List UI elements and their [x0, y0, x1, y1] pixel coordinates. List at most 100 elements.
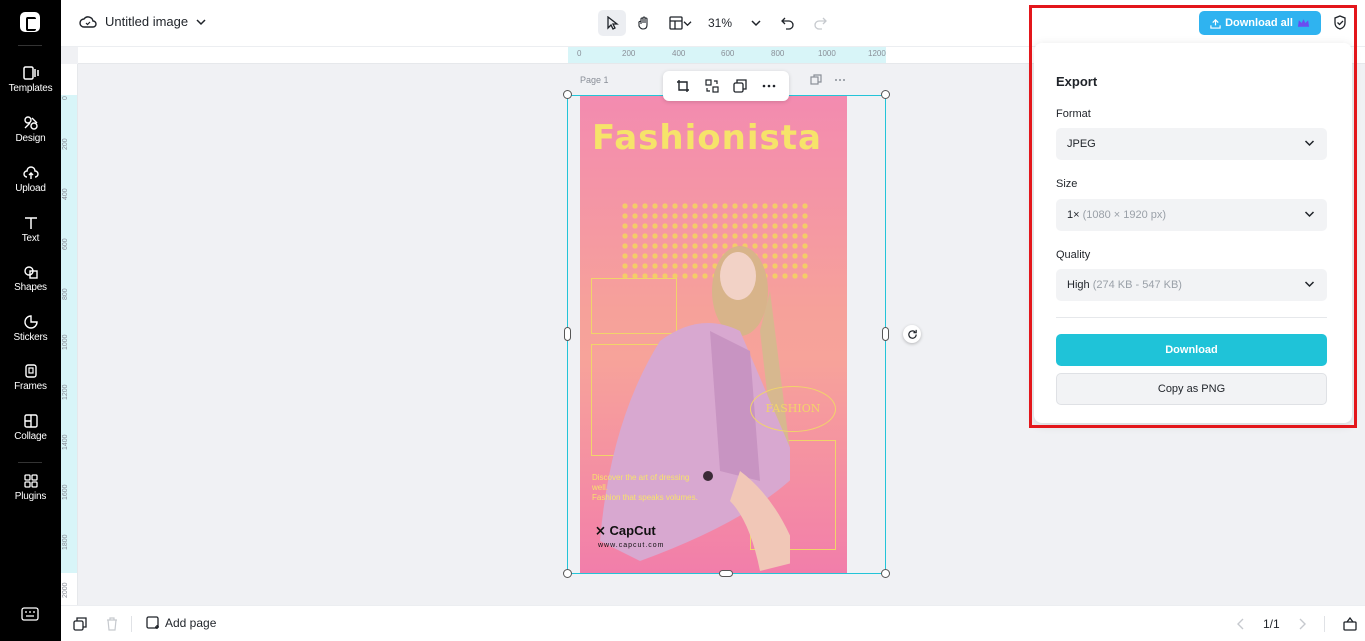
toolbox-icon[interactable] [1343, 617, 1357, 631]
sidebar-item-stickers[interactable]: Stickers [0, 315, 61, 359]
keyboard-icon[interactable] [21, 607, 39, 626]
chevron-down-icon [683, 20, 691, 26]
rotate-handle[interactable] [903, 325, 921, 343]
upload-icon [22, 166, 39, 179]
ruler-tick: 400 [62, 188, 69, 200]
sidebar-item-label: Design [15, 133, 46, 144]
undo-icon [781, 17, 794, 30]
ruler-tick: 1000 [62, 334, 69, 350]
selection-box[interactable] [567, 95, 886, 574]
bottom-bar: Add page 1/1 [61, 605, 1365, 641]
sidebar-item-text[interactable]: Text [0, 216, 61, 260]
text-icon [24, 217, 37, 229]
ruler-tick: 1400 [62, 434, 69, 450]
replace-icon[interactable] [705, 79, 719, 93]
duplicate-icon[interactable] [733, 79, 747, 93]
ruler-tick: 800 [771, 49, 785, 58]
ruler-tick: 600 [62, 238, 69, 250]
duplicate-page-icon[interactable] [810, 74, 822, 86]
sidebar-item-templates[interactable]: Templates [0, 66, 61, 110]
sidebar-item-frames[interactable]: Frames [0, 364, 61, 408]
add-page-button[interactable]: Add page [146, 616, 216, 630]
more-icon[interactable] [762, 79, 776, 93]
app-logo-icon[interactable] [20, 12, 40, 32]
ruler-tick: 1600 [62, 484, 69, 500]
ruler-tick: 1200 [62, 384, 69, 400]
duplicate-page-icon[interactable] [73, 617, 87, 631]
ruler-tick: 2000 [62, 582, 69, 598]
sidebar-item-label: Shapes [14, 282, 47, 293]
hand-icon [638, 16, 648, 30]
redo-icon [814, 17, 827, 30]
sidebar-item-label: Collage [14, 431, 47, 442]
chevron-down-icon [196, 18, 206, 25]
chevron-right-icon[interactable] [1298, 618, 1306, 630]
add-page-icon [146, 616, 159, 629]
sidebar: Templates Design Upload Text Shapes Stic… [0, 0, 61, 641]
page-label: Page 1 [580, 75, 609, 85]
ruler-tick: 1200 [868, 49, 886, 58]
sidebar-item-design[interactable]: Design [0, 116, 61, 160]
chevron-down-icon [751, 20, 761, 27]
sidebar-item-label: Plugins [14, 491, 47, 502]
stickers-icon [23, 315, 38, 329]
ruler-tick: 800 [62, 288, 69, 300]
ruler-tick: 200 [622, 49, 636, 58]
sidebar-item-plugins[interactable]: Plugins [0, 474, 61, 518]
sidebar-item-label: Upload [15, 183, 46, 194]
sidebar-item-upload[interactable]: Upload [0, 166, 61, 210]
resize-handle[interactable] [564, 327, 571, 341]
undo-button[interactable] [774, 10, 802, 36]
more-icon[interactable] [834, 74, 846, 86]
sidebar-item-label: Frames [14, 381, 47, 392]
cloud-icon [79, 15, 97, 28]
templates-icon [22, 66, 39, 80]
rotate-icon [907, 329, 917, 339]
divider [18, 462, 42, 463]
resize-handle[interactable] [881, 90, 890, 99]
ruler-tick: 0 [62, 96, 69, 100]
select-tool-button[interactable] [598, 10, 626, 36]
layout-dropdown-button[interactable] [662, 10, 698, 36]
design-icon [23, 116, 38, 130]
zoom-level[interactable]: 31% [702, 16, 738, 30]
resize-handle[interactable] [882, 327, 889, 341]
page-navigator: 1/1 [1237, 616, 1357, 632]
divider [1323, 616, 1325, 632]
sidebar-item-label: Templates [8, 83, 53, 94]
crop-icon[interactable] [676, 79, 690, 93]
shapes-icon [23, 266, 38, 279]
collage-icon [23, 414, 38, 428]
divider [131, 616, 132, 632]
redo-button[interactable] [806, 10, 834, 36]
sidebar-item-label: Stickers [13, 332, 48, 343]
trash-icon[interactable] [105, 617, 119, 631]
document-title-text: Untitled image [105, 14, 189, 29]
add-page-label: Add page [165, 616, 217, 630]
highlight-annotation [1029, 5, 1357, 428]
page-actions [810, 74, 846, 86]
ruler-tick: 0 [577, 49, 582, 58]
document-title[interactable]: Untitled image [79, 14, 206, 29]
page-count: 1/1 [1263, 617, 1280, 631]
resize-handle[interactable] [881, 569, 890, 578]
sidebar-item-label: Text [21, 233, 40, 244]
ruler-tick: 600 [721, 49, 735, 58]
chevron-left-icon[interactable] [1237, 618, 1245, 630]
ruler-tick: 200 [62, 138, 69, 150]
sidebar-item-shapes[interactable]: Shapes [0, 265, 61, 309]
canvas-tools: 31% [598, 10, 834, 36]
zoom-dropdown-button[interactable] [742, 10, 770, 36]
resize-handle[interactable] [719, 570, 733, 577]
frames-icon [24, 364, 37, 378]
resize-handle[interactable] [563, 90, 572, 99]
layout-icon [668, 16, 683, 30]
ruler-tick: 1000 [818, 49, 836, 58]
divider [18, 45, 42, 46]
sidebar-item-collage[interactable]: Collage [0, 414, 61, 458]
resize-handle[interactable] [563, 569, 572, 578]
ruler-left: 0 200 400 600 800 1000 1200 1400 1600 18… [61, 64, 78, 605]
hand-tool-button[interactable] [630, 10, 658, 36]
pointer-icon [607, 16, 619, 30]
ruler-tick: 400 [672, 49, 686, 58]
